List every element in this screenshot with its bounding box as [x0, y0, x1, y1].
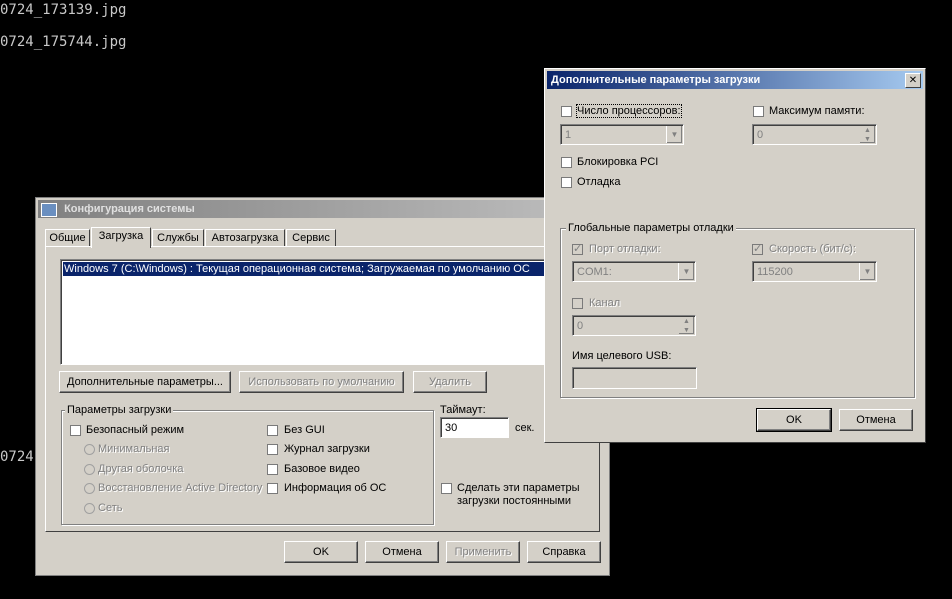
ad-repair-radio[interactable] — [84, 483, 95, 494]
minimal-radio[interactable] — [84, 444, 95, 455]
make-permanent-checkbox[interactable] — [441, 483, 452, 494]
advanced-titlebar[interactable]: Дополнительные параметры загрузки ✕ — [547, 71, 923, 89]
set-as-default-button[interactable]: Использовать по умолчанию — [239, 371, 404, 393]
boot-entries-list[interactable]: Windows 7 (C:\Windows) : Текущая операци… — [60, 259, 549, 365]
advanced-boot-options-dialog: Дополнительные параметры загрузки ✕ Числ… — [544, 68, 926, 443]
chevron-down-icon[interactable]: ▼ — [678, 263, 694, 280]
num-processors-checkbox[interactable] — [561, 106, 572, 117]
boot-log-checkbox[interactable] — [267, 444, 278, 455]
base-video-checkbox[interactable] — [267, 464, 278, 475]
alternate-shell-label: Другая оболочка — [98, 463, 184, 475]
terminal-line-1: 0724_173139.jpg — [0, 2, 127, 18]
pci-lock-label: Блокировка PCI — [577, 156, 659, 168]
channel-checkbox[interactable] — [572, 298, 583, 309]
spinner-arrows-icon[interactable]: ▲ ▼ — [860, 126, 875, 143]
timeout-unit: сек. — [515, 422, 535, 434]
make-permanent-label: Сделать эти параметры загрузки постоянны… — [457, 482, 580, 507]
baud-rate-combo[interactable]: 115200 ▼ — [752, 261, 877, 282]
baud-rate-value: 115200 — [757, 266, 793, 278]
ad-repair-label: Восстановление Active Directory — [98, 482, 263, 494]
close-icon[interactable]: ✕ — [905, 73, 921, 88]
base-video-label: Базовое видео — [284, 463, 360, 475]
network-label: Сеть — [98, 502, 123, 514]
debug-port-label: Порт отладки: — [589, 243, 661, 255]
no-gui-checkbox[interactable] — [267, 425, 278, 436]
delete-button[interactable]: Удалить — [413, 371, 487, 393]
max-memory-spinner[interactable]: 0 ▲ ▼ — [752, 124, 877, 145]
debug-label: Отладка — [577, 176, 621, 188]
os-info-checkbox[interactable] — [267, 483, 278, 494]
pci-lock-checkbox[interactable] — [561, 157, 572, 168]
num-processors-value: 1 — [565, 129, 572, 141]
boot-log-label: Журнал загрузки — [284, 443, 370, 455]
tab-boot[interactable]: Загрузка — [91, 227, 151, 248]
advanced-options-button[interactable]: Дополнительные параметры... — [59, 371, 231, 393]
chevron-down-icon[interactable]: ▼ — [666, 126, 682, 143]
debug-port-combo[interactable]: COM1: ▼ — [572, 261, 696, 282]
syscfg-app-icon — [41, 203, 57, 217]
network-radio[interactable] — [84, 503, 95, 514]
syscfg-apply-button[interactable]: Применить — [446, 541, 520, 563]
syscfg-cancel-button[interactable]: Отмена — [365, 541, 439, 563]
syscfg-ok-button[interactable]: OK — [284, 541, 358, 563]
timeout-label: Таймаут: — [440, 404, 486, 416]
spinner-arrows-icon[interactable]: ▲ ▼ — [679, 317, 694, 334]
channel-label: Канал — [589, 297, 621, 309]
syscfg-tabs: Общие Загрузка Службы Автозагрузка Серви… — [45, 227, 365, 248]
usb-target-label: Имя целевого USB: — [572, 350, 672, 362]
debug-settings-title: Глобальные параметры отладки — [566, 222, 736, 234]
system-configuration-window: Конфигурация системы Общие Загрузка Служ… — [35, 197, 610, 576]
max-memory-value: 0 — [757, 129, 764, 141]
tab-services[interactable]: Службы — [152, 229, 204, 247]
boot-options-title: Параметры загрузки — [65, 404, 174, 416]
safe-mode-label: Безопасный режим — [86, 424, 185, 436]
no-gui-label: Без GUI — [284, 424, 325, 436]
num-processors-label: Число процессоров: — [576, 104, 682, 118]
boot-entry-selected[interactable]: Windows 7 (C:\Windows) : Текущая операци… — [63, 262, 546, 276]
debug-port-checkbox[interactable] — [572, 242, 583, 255]
syscfg-title: Конфигурация системы — [64, 203, 195, 215]
terminal-line-3: 0724 — [0, 449, 34, 465]
baud-rate-label: Скорость (бит/с): — [769, 243, 856, 255]
tab-tools[interactable]: Сервис — [286, 229, 336, 247]
chevron-down-icon[interactable]: ▼ — [859, 263, 875, 280]
syscfg-help-button[interactable]: Справка — [527, 541, 601, 563]
max-memory-checkbox[interactable] — [753, 106, 764, 117]
advanced-cancel-button[interactable]: Отмена — [839, 409, 913, 431]
advanced-title: Дополнительные параметры загрузки — [551, 74, 761, 86]
os-info-label: Информация об ОС — [284, 482, 387, 494]
max-memory-label: Максимум памяти: — [769, 105, 865, 117]
alternate-shell-radio[interactable] — [84, 464, 95, 475]
debug-checkbox[interactable] — [561, 177, 572, 188]
minimal-label: Минимальная — [98, 443, 170, 455]
tab-startup[interactable]: Автозагрузка — [205, 229, 285, 247]
debug-port-value: COM1: — [577, 266, 612, 278]
terminal-line-2: 0724_175744.jpg — [0, 34, 127, 50]
channel-value: 0 — [577, 320, 584, 332]
channel-spinner[interactable]: 0 ▲ ▼ — [572, 315, 696, 336]
num-processors-combo[interactable]: 1 ▼ — [560, 124, 684, 145]
timeout-input[interactable]: 30 — [440, 417, 509, 438]
tab-general[interactable]: Общие — [45, 229, 90, 247]
advanced-ok-button[interactable]: OK — [756, 408, 832, 432]
baud-rate-checkbox[interactable] — [752, 242, 763, 255]
syscfg-titlebar[interactable]: Конфигурация системы — [38, 200, 607, 218]
safe-mode-checkbox[interactable] — [70, 425, 81, 436]
usb-target-input[interactable] — [572, 367, 697, 389]
